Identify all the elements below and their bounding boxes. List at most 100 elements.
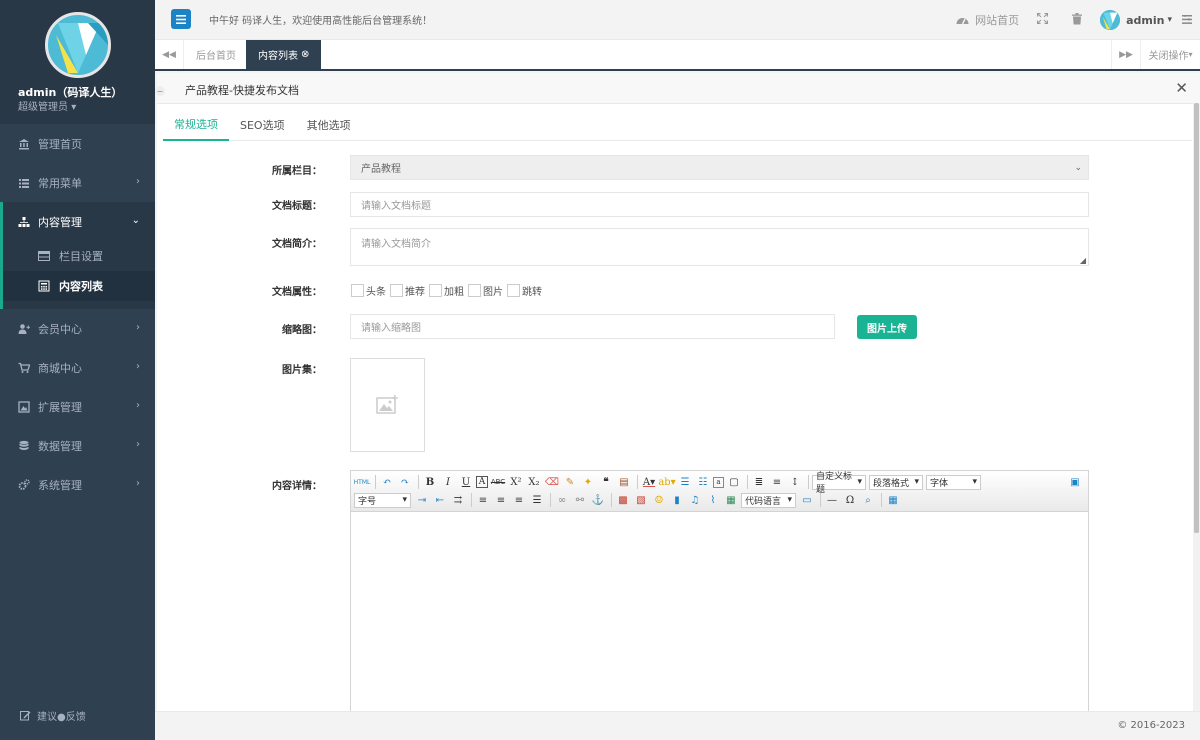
close-operations-dropdown[interactable]: 关闭操作 ▾ [1140, 40, 1200, 69]
paste-plain-icon[interactable]: ▤ [616, 474, 632, 490]
chevron-right-icon: › [136, 361, 140, 372]
attr-checkbox-headline[interactable]: 头条 [351, 283, 386, 298]
avatar[interactable] [44, 12, 111, 78]
nav-item-mall-center[interactable]: 商城中心 › [0, 348, 155, 387]
link-icon[interactable]: ∞ [554, 492, 570, 508]
superscript-icon[interactable]: X² [508, 474, 524, 490]
font-border-icon[interactable]: A [476, 476, 488, 488]
paragraph-format-select[interactable]: 段落格式 ▾ [869, 474, 923, 490]
clear-doc-icon[interactable]: ▢ [726, 474, 742, 490]
tab-seo-options[interactable]: SEO选项 [229, 109, 296, 141]
align-justify-icon[interactable]: ☰ [529, 492, 545, 508]
nav-item-system-management[interactable]: 系统管理 › [0, 465, 155, 504]
nav-item-common-menu[interactable]: 常用菜单 › [0, 163, 155, 202]
content-scrollbar[interactable] [1193, 103, 1200, 711]
video-icon[interactable]: ▮ [669, 492, 685, 508]
attr-checkbox-recommend[interactable]: 推荐 [390, 283, 425, 298]
indent-icon[interactable]: ⇉ [450, 492, 466, 508]
anchor-icon[interactable]: ⚓ [590, 492, 606, 508]
editor-body[interactable] [351, 512, 1088, 712]
attr-checkbox-image[interactable]: 图片 [468, 283, 503, 298]
site-home-link[interactable]: 网站首页 [956, 12, 1019, 28]
multi-image-icon[interactable]: ▧ [633, 492, 649, 508]
close-circle-icon[interactable]: ⊗ [301, 49, 309, 60]
subscript-icon[interactable]: X₂ [526, 474, 542, 490]
ltr-icon[interactable]: ⇥ [414, 492, 430, 508]
attr-checkbox-bold[interactable]: 加粗 [429, 283, 464, 298]
sub-item-content-list[interactable]: 内容列表 [3, 271, 155, 301]
highlight-icon[interactable]: ab▾ [658, 474, 675, 490]
auto-format-icon[interactable]: ✦ [580, 474, 596, 490]
nav-item-data-management[interactable]: 数据管理 › [0, 426, 155, 465]
underline-icon[interactable]: U [458, 474, 474, 490]
settings-menu-button[interactable] [1182, 14, 1192, 27]
ordered-list-icon[interactable]: ☰ [677, 474, 693, 490]
close-window-button[interactable]: ✕ [1175, 79, 1188, 97]
line-height-icon[interactable]: ↕ [787, 474, 803, 490]
format-brush-icon[interactable]: ✎ [562, 474, 578, 490]
rtl-icon[interactable]: ⇤ [432, 492, 448, 508]
font-size-select[interactable]: 字号 ▾ [354, 492, 411, 508]
nav-item-member-center[interactable]: 会员中心 › [0, 309, 155, 348]
align-right-icon[interactable]: ≡ [511, 492, 527, 508]
nav-item-admin-home[interactable]: 管理首页 [0, 124, 155, 163]
tab-admin-home[interactable]: 后台首页 [184, 40, 248, 69]
tabs-scroll-right-button[interactable]: ▶▶ [1111, 40, 1140, 69]
gallery-add-image[interactable] [350, 358, 425, 452]
music-icon[interactable]: ♫ [687, 492, 703, 508]
horizontal-rule-icon[interactable]: — [824, 492, 840, 508]
menu-toggle-button[interactable] [171, 9, 191, 29]
row-spacing-top-icon[interactable]: ≣ [751, 474, 767, 490]
align-center-icon[interactable]: ≡ [493, 492, 509, 508]
quote-icon[interactable]: ❝ [598, 474, 614, 490]
attr-checkbox-redirect[interactable]: 跳转 [507, 283, 542, 298]
italic-icon[interactable]: I [440, 474, 456, 490]
category-select[interactable]: 产品教程 ⌄ [350, 155, 1089, 180]
preview-icon[interactable]: ▣ [1067, 474, 1083, 490]
chevron-right-icon: › [136, 439, 140, 450]
font-color-icon[interactable]: A▾ [641, 474, 657, 490]
strikethrough-icon[interactable]: ABC [490, 474, 506, 490]
resize-handle-icon[interactable]: ◢ [1080, 256, 1086, 265]
search-replace-icon[interactable]: ⌕ [860, 492, 876, 508]
tab-content-list[interactable]: 内容列表 ⊗ [246, 40, 322, 69]
eraser-icon[interactable]: ⌫ [544, 474, 560, 490]
nav-item-extension[interactable]: 扩展管理 › [0, 387, 155, 426]
map-icon[interactable]: ▦ [723, 492, 739, 508]
title-input[interactable]: 请输入文档标题 [350, 192, 1089, 217]
select-all-icon[interactable]: a [713, 476, 724, 488]
clear-cache-button[interactable] [1072, 12, 1083, 28]
insert-code-icon[interactable]: ▭ [799, 492, 815, 508]
summary-textarea[interactable]: 请输入文档简介 ◢ [350, 228, 1089, 266]
undo-icon[interactable]: ↶ [379, 474, 395, 490]
unordered-list-icon[interactable]: ☷ [695, 474, 711, 490]
code-language-select[interactable]: 代码语言 ▾ [741, 492, 796, 508]
custom-title-select[interactable]: 自定义标题 ▾ [812, 472, 866, 495]
collapse-toggle[interactable]: − [155, 86, 165, 96]
feedback-link[interactable]: 建议●反馈 [20, 708, 86, 723]
summary-label: 文档简介： [272, 239, 322, 250]
user-role-dropdown[interactable]: 超级管理员 ▾ [18, 98, 76, 113]
thumbnail-input[interactable]: 请输入缩略图 [350, 314, 835, 339]
fullscreen-button[interactable] [1036, 12, 1049, 27]
tab-general-options[interactable]: 常规选项 [163, 109, 229, 141]
admin-dropdown[interactable]: admin ▾ [1100, 10, 1172, 30]
image-upload-button[interactable]: 图片上传 [857, 315, 917, 339]
tabs-scroll-left-button[interactable]: ◀◀ [155, 40, 184, 69]
attachment-icon[interactable]: ⌇ [705, 492, 721, 508]
redo-icon[interactable]: ↷ [397, 474, 413, 490]
insert-image-icon[interactable]: ▩ [615, 492, 631, 508]
tab-other-options[interactable]: 其他选项 [296, 109, 362, 141]
align-left-icon[interactable]: ≡ [475, 492, 491, 508]
html-source-icon[interactable]: HTML [354, 474, 371, 490]
bold-icon[interactable]: B [422, 474, 438, 490]
font-family-select[interactable]: 字体 ▾ [926, 474, 981, 490]
emoticon-icon[interactable]: ☺ [651, 492, 667, 508]
nav-item-content-management[interactable]: 内容管理 ⌄ [3, 202, 155, 241]
sub-item-category-settings[interactable]: 栏目设置 [3, 241, 155, 271]
caret-down-icon: ▾ [71, 102, 77, 113]
special-char-icon[interactable]: Ω [842, 492, 858, 508]
row-spacing-bottom-icon[interactable]: ≡ [769, 474, 785, 490]
unlink-icon[interactable]: ⚯ [572, 492, 588, 508]
insert-table-icon[interactable]: ▦ [885, 492, 901, 508]
